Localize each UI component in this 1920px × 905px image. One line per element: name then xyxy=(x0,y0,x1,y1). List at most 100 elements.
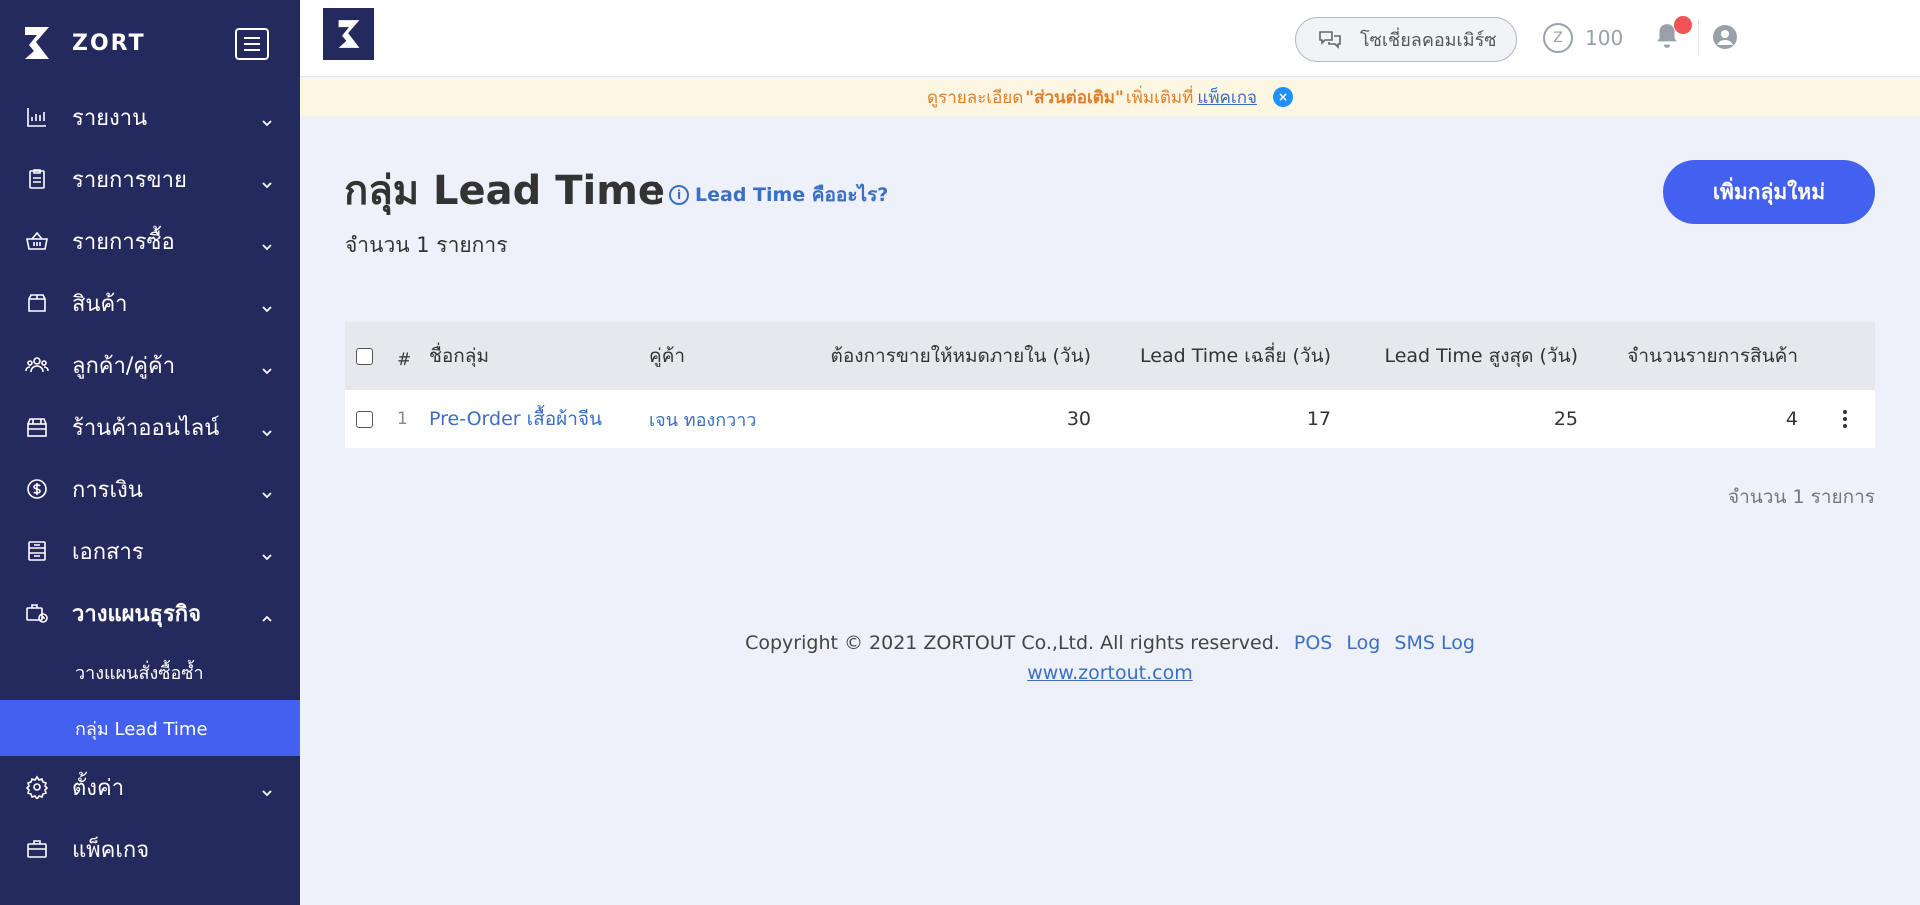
sidebar-item-products[interactable]: สินค้า xyxy=(0,272,300,334)
header-sell-within[interactable]: ต้องการขายให้หมดภายใน (วัน) xyxy=(785,322,1092,390)
sidebar-item-label: ลูกค้า/คู่ค้า xyxy=(72,353,176,379)
footer: Copyright © 2021 ZORTOUT Co.,Ltd. All ri… xyxy=(300,632,1920,684)
box-icon xyxy=(24,290,50,316)
sidebar-item-business-planning[interactable]: วางแผนธุรกิจ xyxy=(0,582,300,644)
sidebar: ZORT รายงาน รายการขาย รายการซื้อ สินค้า … xyxy=(0,0,300,905)
clipboard-icon xyxy=(24,166,50,192)
chevron-down-icon xyxy=(262,783,272,797)
banner-middle: เพิ่มเติมที่ xyxy=(1125,87,1194,108)
sidebar-item-package[interactable]: แพ็คเกจ xyxy=(0,818,300,880)
sidebar-item-documents[interactable]: เอกสาร xyxy=(0,520,300,582)
close-icon[interactable]: × xyxy=(1272,87,1293,107)
sidebar-item-reports[interactable]: รายงาน xyxy=(0,86,300,148)
lead-time-table: # ชื่อกลุ่ม คู่ค้า ต้องการขายให้หมดภายใน… xyxy=(345,322,1875,448)
top-bar: โซเชี่ยลคอมเมิร์ซ Z 100 xyxy=(300,0,1920,77)
footer-link-sms-log[interactable]: SMS Log xyxy=(1394,632,1475,654)
dollar-icon xyxy=(24,476,50,502)
chevron-down-icon xyxy=(262,485,272,499)
bar-chart-icon xyxy=(24,104,50,130)
upgrade-banner: ดูรายละเอียด "ส่วนต่อเติม" เพิ่มเติมที่ … xyxy=(300,78,1920,116)
copyright-text: Copyright © 2021 ZORTOUT Co.,Ltd. All ri… xyxy=(745,632,1280,654)
document-icon xyxy=(24,538,50,564)
sidebar-item-label: วางแผนธุรกิจ xyxy=(72,601,202,627)
row-checkbox-cell xyxy=(356,390,373,448)
partner-link[interactable]: เจน ทองกวาว xyxy=(649,390,756,448)
sidebar-item-sales[interactable]: รายการขาย xyxy=(0,148,300,210)
briefcase-icon xyxy=(24,836,50,862)
sidebar-item-label: ตั้งค่า xyxy=(72,775,125,801)
chat-bubbles-icon xyxy=(1319,30,1341,49)
sidebar-subitem-lead-time-group[interactable]: กลุ่ม Lead Time xyxy=(0,700,300,756)
info-icon: i xyxy=(669,185,689,205)
notification-badge xyxy=(1674,16,1692,34)
sidebar-item-label: แพ็คเกจ xyxy=(72,837,150,863)
avg-lead-time-value: 17 xyxy=(1306,408,1331,430)
select-all-cell xyxy=(356,322,373,390)
sidebar-item-purchases[interactable]: รายการซื้อ xyxy=(0,210,300,272)
brand-name: ZORT xyxy=(72,30,146,56)
social-commerce-button[interactable]: โซเชี่ยลคอมเมิร์ซ xyxy=(1295,17,1517,62)
sidebar-subitem-reorder-planning[interactable]: วางแผนสั่งซื้อซ้ำ xyxy=(0,644,300,700)
header-group-name[interactable]: ชื่อกลุ่ม xyxy=(429,322,489,390)
divider xyxy=(1698,20,1699,56)
brand: ZORT xyxy=(0,0,300,86)
social-commerce-label: โซเชี่ยลคอมเมิร์ซ xyxy=(1360,30,1497,51)
select-all-checkbox[interactable] xyxy=(356,347,373,365)
group-name-link[interactable]: Pre-Order เสื้อผ้าจีน xyxy=(429,390,602,448)
footer-link-log[interactable]: Log xyxy=(1346,632,1380,654)
table-header: # ชื่อกลุ่ม คู่ค้า ต้องการขายให้หมดภายใน… xyxy=(345,322,1875,390)
header-partner[interactable]: คู่ค้า xyxy=(649,322,685,390)
sidebar-item-finance[interactable]: การเงิน xyxy=(0,458,300,520)
record-count: จำนวน 1 รายการ xyxy=(345,233,508,257)
zort-logo-icon xyxy=(25,27,49,59)
lead-time-help-link[interactable]: i Lead Time คืออะไร? xyxy=(669,180,888,210)
sidebar-item-label: สินค้า xyxy=(72,291,128,317)
title-separator: | xyxy=(653,180,661,205)
add-group-button[interactable]: เพิ่มกลุ่มใหม่ xyxy=(1663,160,1875,224)
chevron-down-icon xyxy=(262,175,272,189)
banner-package-link[interactable]: แพ็คเกจ xyxy=(1197,84,1257,111)
header-num: # xyxy=(397,350,412,370)
credit-value: 100 xyxy=(1585,26,1624,50)
chevron-down-icon xyxy=(262,299,272,313)
user-avatar-icon[interactable] xyxy=(1712,24,1738,50)
more-options-icon[interactable] xyxy=(1843,410,1847,428)
users-icon xyxy=(24,352,50,378)
sidebar-item-settings[interactable]: ตั้งค่า xyxy=(0,756,300,818)
sidebar-item-label: รายการซื้อ xyxy=(72,229,175,255)
chevron-down-icon xyxy=(262,423,272,437)
banner-highlight: "ส่วนต่อเติม" xyxy=(1025,87,1124,108)
sidebar-item-label: เอกสาร xyxy=(72,539,144,565)
menu-toggle-button[interactable] xyxy=(235,28,269,60)
chevron-down-icon xyxy=(262,361,272,375)
row-num: 1 xyxy=(397,409,408,429)
sidebar-item-label: รายการขาย xyxy=(72,167,187,193)
sidebar-item-label: ร้านค้าออนไลน์ xyxy=(72,415,220,441)
chevron-down-icon xyxy=(262,547,272,561)
chevron-up-icon xyxy=(262,609,272,622)
row-actions-cell xyxy=(1843,390,1847,448)
store-icon xyxy=(24,414,50,440)
footer-link-pos[interactable]: POS xyxy=(1294,632,1332,654)
chevron-down-icon xyxy=(262,113,272,127)
credit-balance[interactable]: Z 100 xyxy=(1543,23,1623,53)
row-checkbox[interactable] xyxy=(356,410,373,428)
sidebar-item-label: การเงิน xyxy=(72,477,143,503)
sidebar-item-contacts[interactable]: ลูกค้า/คู่ค้า xyxy=(0,334,300,396)
product-count-value: 4 xyxy=(1785,408,1798,430)
notification-bell-icon[interactable] xyxy=(1654,16,1692,52)
header-avg-lead-time[interactable]: Lead Time เฉลี่ย (วัน) xyxy=(1105,322,1331,390)
planning-icon xyxy=(24,600,50,626)
sell-within-value: 30 xyxy=(1066,408,1091,430)
header-max-lead-time[interactable]: Lead Time สูงสุด (วัน) xyxy=(1345,322,1578,390)
table-row: 1 Pre-Order เสื้อผ้าจีน เจน ทองกวาว 30 1… xyxy=(345,390,1875,448)
banner-prefix: ดูรายละเอียด xyxy=(927,87,1024,108)
header-product-count[interactable]: จำนวนรายการสินค้า xyxy=(1588,322,1798,390)
help-link-label: Lead Time คืออะไร? xyxy=(695,184,889,206)
sidebar-item-label: รายงาน xyxy=(72,105,148,131)
website-link[interactable]: www.zortout.com xyxy=(1027,662,1193,684)
chevron-down-icon xyxy=(262,237,272,251)
home-logo-icon[interactable] xyxy=(323,8,374,60)
sidebar-item-online-store[interactable]: ร้านค้าออนไลน์ xyxy=(0,396,300,458)
basket-icon xyxy=(24,228,50,254)
